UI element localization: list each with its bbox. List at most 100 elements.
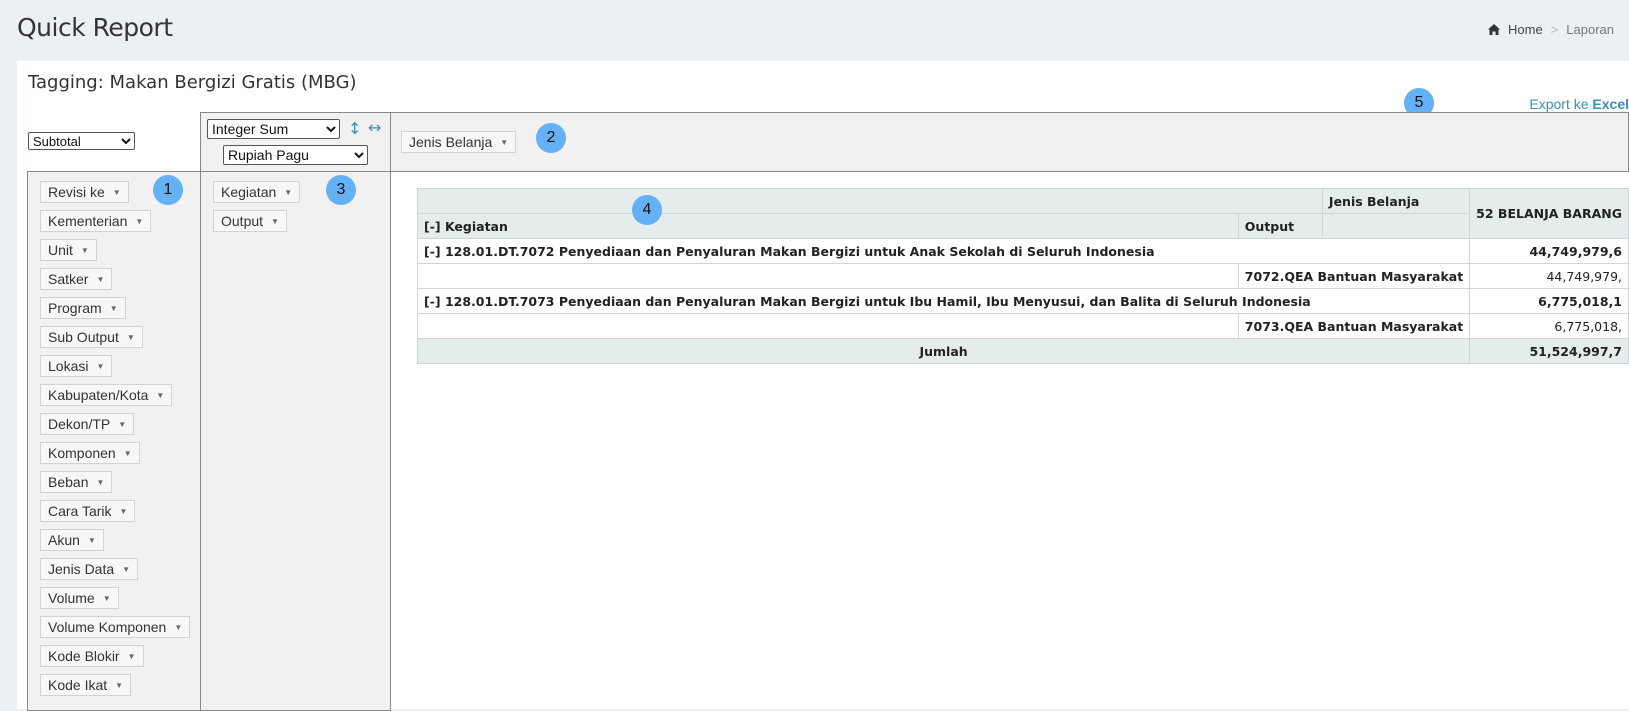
output-cell: 7072.QEA Bantuan Masyarakat <box>1237 263 1471 289</box>
value-cell: 44,749,979, <box>1469 263 1629 289</box>
breadcrumb: Home > Laporan <box>1488 22 1614 37</box>
attr-chip[interactable]: Sub Output ▼ <box>40 326 143 348</box>
page-title: Quick Report <box>17 13 173 42</box>
attr-chip[interactable]: Volume Komponen ▼ <box>40 616 191 638</box>
col-attr-label: Jenis Belanja <box>409 134 493 150</box>
export-prefix: Export ke <box>1529 96 1593 112</box>
row-attrs-box: Kegiatan ▼ Output ▼ <box>200 171 391 711</box>
total-row: Jumlah 51,524,997,7 <box>416 338 1629 364</box>
attr-chip[interactable]: Kode Blokir ▼ <box>40 645 144 667</box>
col-attr-chip[interactable]: Jenis Belanja ▼ <box>401 131 517 153</box>
pivot-table: Jenis Belanja 52 BELANJA BARANG [-] Kegi… <box>416 188 1629 364</box>
output-cell: 7073.QEA Bantuan Masyarakat <box>1237 313 1471 339</box>
caret-down-icon: ▼ <box>174 622 183 632</box>
caret-down-icon: ▼ <box>80 245 89 255</box>
kegiatan-cell[interactable]: [-] 128.01.DT.7073 Penyediaan dan Penyal… <box>416 288 1471 314</box>
caret-down-icon: ▼ <box>156 390 165 400</box>
col-attr-header: Jenis Belanja <box>1321 188 1471 214</box>
pivot-corner <box>417 188 1323 214</box>
attr-chip[interactable]: Unit ▼ <box>40 239 97 261</box>
attr-chip[interactable]: Satker ▼ <box>40 268 113 290</box>
attr-label: Kabupaten/Kota <box>48 387 149 403</box>
caret-down-icon: ▼ <box>96 274 105 284</box>
row-attr-chip[interactable]: Kegiatan ▼ <box>213 181 301 203</box>
home-icon <box>1488 24 1500 35</box>
breadcrumb-current: Laporan <box>1566 22 1614 37</box>
row-header-output: Output <box>1237 213 1323 239</box>
attr-label: Volume <box>48 590 95 606</box>
caret-down-icon: ▼ <box>112 187 121 197</box>
row-attr-label: Output <box>221 213 264 229</box>
caret-down-icon: ▼ <box>500 137 509 147</box>
row-attr-label: Kegiatan <box>221 184 277 200</box>
aggregator-select[interactable]: Integer Sum <box>207 119 340 139</box>
caret-down-icon: ▼ <box>109 303 118 313</box>
subtotal-cell: 6,775,018,1 <box>1469 288 1629 314</box>
unused-attrs-box: Revisi ke ▼ Kementerian ▼ Unit ▼ Satker ▼ Pr… <box>27 171 201 711</box>
attr-chip[interactable]: Kementerian ▼ <box>40 210 152 232</box>
attr-chip[interactable]: Jenis Data ▼ <box>40 558 139 580</box>
badge-2: 2 <box>536 123 566 153</box>
caret-down-icon: ▼ <box>87 535 96 545</box>
value-field-select[interactable]: Rupiah Pagu <box>223 145 368 165</box>
col-value-header: 52 BELANJA BARANG <box>1469 188 1629 239</box>
attr-chip[interactable]: Komponen ▼ <box>40 442 140 464</box>
attr-label: Beban <box>48 474 89 490</box>
caret-down-icon: ▼ <box>135 216 144 226</box>
attr-label: Komponen <box>48 445 116 461</box>
col-attrs-box: Jenis Belanja ▼ <box>390 112 1629 172</box>
row-attr-list: Kegiatan ▼ Output ▼ <box>213 181 301 232</box>
attr-chip[interactable]: Kode Ikat ▼ <box>40 674 132 696</box>
attr-chip[interactable]: Lokasi ▼ <box>40 355 113 377</box>
attr-chip[interactable]: Volume ▼ <box>40 587 119 609</box>
subtotal-cell: 44,749,979,6 <box>1469 238 1629 264</box>
caret-down-icon: ▼ <box>284 187 293 197</box>
tag-title: Tagging: Makan Bergizi Gratis (MBG) <box>28 72 357 93</box>
attr-chip[interactable]: Revisi ke ▼ <box>40 181 129 203</box>
attr-chip[interactable]: Cara Tarik ▼ <box>40 500 136 522</box>
badge-4: 4 <box>632 195 662 225</box>
attr-label: Sub Output <box>48 329 119 345</box>
attr-label: Kode Blokir <box>48 648 120 664</box>
row-order-icon[interactable]: ↕ <box>348 119 361 138</box>
attr-label: Revisi ke <box>48 184 105 200</box>
attr-label: Akun <box>48 532 80 548</box>
attr-chip[interactable]: Akun ▼ <box>40 529 104 551</box>
blank-cell <box>417 313 1239 339</box>
table-row: [-] 128.01.DT.7073 Penyediaan dan Penyal… <box>416 288 1629 314</box>
caret-down-icon: ▼ <box>123 448 132 458</box>
renderer-select[interactable]: Subtotal <box>28 132 135 150</box>
col-order-icon[interactable]: ↔ <box>368 118 381 137</box>
blank-cell <box>417 263 1239 289</box>
attr-label: Kementerian <box>48 213 128 229</box>
attr-label: Program <box>48 300 102 316</box>
caret-down-icon: ▼ <box>126 332 135 342</box>
row-attr-chip[interactable]: Output ▼ <box>213 210 287 232</box>
col-header-blank <box>1321 213 1471 239</box>
table-row: [-] 128.01.DT.7072 Penyediaan dan Penyal… <box>416 238 1629 264</box>
table-row: 7072.QEA Bantuan Masyarakat 44,749,979, <box>417 263 1629 289</box>
attr-label: Satker <box>48 271 89 287</box>
total-value: 51,524,997,7 <box>1469 338 1629 364</box>
badge-3: 3 <box>326 175 356 205</box>
unused-attr-list: Revisi ke ▼ Kementerian ▼ Unit ▼ Satker ▼ Pr… <box>40 181 191 696</box>
attr-chip[interactable]: Program ▼ <box>40 297 126 319</box>
attr-label: Cara Tarik <box>48 503 112 519</box>
caret-down-icon: ▼ <box>96 477 105 487</box>
export-excel-link[interactable]: Export ke Excel <box>1529 96 1629 112</box>
attr-chip[interactable]: Dekon/TP ▼ <box>40 413 135 435</box>
breadcrumb-separator: > <box>1550 22 1559 37</box>
caret-down-icon: ▼ <box>96 361 105 371</box>
caret-down-icon: ▼ <box>102 593 111 603</box>
kegiatan-cell[interactable]: [-] 128.01.DT.7072 Penyediaan dan Penyal… <box>416 238 1471 264</box>
export-strong: Excel <box>1592 96 1629 112</box>
row-header-kegiatan[interactable]: [-] Kegiatan <box>417 213 1239 239</box>
attr-chip[interactable]: Beban ▼ <box>40 471 113 493</box>
attr-chip[interactable]: Kabupaten/Kota ▼ <box>40 384 173 406</box>
breadcrumb-home-link[interactable]: Home <box>1508 22 1543 37</box>
attr-label: Dekon/TP <box>48 416 111 432</box>
attr-label: Unit <box>48 242 73 258</box>
attr-label: Lokasi <box>48 358 89 374</box>
value-cell: 6,775,018, <box>1469 313 1629 339</box>
attr-label: Volume Komponen <box>48 619 167 635</box>
